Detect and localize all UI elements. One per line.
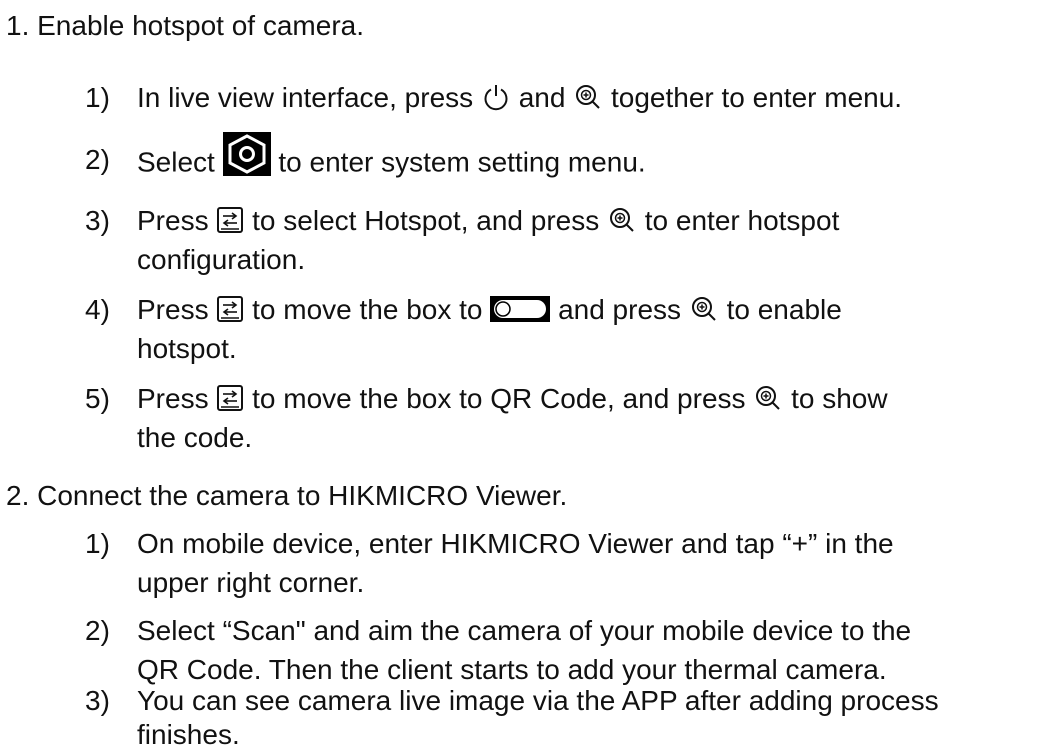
step-text: Select to enter system setting menu. (137, 132, 646, 186)
power-icon (481, 82, 511, 112)
step-number: 2) (85, 615, 110, 646)
zoom-in-icon (753, 383, 783, 413)
step-number: 3) (85, 685, 110, 716)
system-settings-icon (222, 132, 271, 176)
instruction-document: 1. Enable hotspot of camera. 1) In live … (0, 0, 1063, 756)
step-text-continuation: the code. (137, 422, 253, 453)
zoom-in-icon (689, 294, 719, 324)
step-number: 5) (85, 383, 110, 414)
step-number: 2) (85, 144, 110, 175)
step-text-part: Press (137, 205, 209, 236)
step-text-continuation: configuration. (137, 244, 306, 275)
step-text-part: to enter hotspot (644, 205, 840, 236)
step-text-part: Press (137, 294, 209, 325)
section-heading-enable-hotspot: 1. Enable hotspot of camera. (6, 10, 364, 41)
step-text-part: to enter system setting menu. (278, 146, 646, 178)
step-text-part: In live view interface, press (137, 82, 474, 113)
step-text: Press to select Hotspot, and press to en… (137, 203, 839, 239)
step-text-part: to enable (726, 294, 842, 325)
step-text-part: Press (137, 383, 209, 414)
step-text: Press to move the box to QR Code, and pr… (137, 381, 888, 417)
step-number: 1) (85, 82, 110, 113)
switch-icon (216, 295, 244, 323)
step-text-continuation: upper right corner. (137, 567, 365, 598)
step-text-part: and press (558, 294, 682, 325)
step-text-part: to move the box to QR Code, and press (252, 383, 746, 414)
step-text-part: to select Hotspot, and press (252, 205, 600, 236)
step-text: You can see camera live image via the AP… (137, 685, 939, 716)
step-text-continuation: hotspot. (137, 333, 237, 364)
step-text-part: Select (137, 146, 215, 178)
step-text: In live view interface, press and togeth… (137, 80, 902, 116)
switch-icon (216, 384, 244, 412)
step-text: Press to move the box to and press to en… (137, 292, 842, 328)
step-number: 1) (85, 528, 110, 559)
step-text-part: to show (791, 383, 888, 414)
step-text-part: together to enter menu. (610, 82, 903, 113)
step-text-part: to move the box to (252, 294, 483, 325)
step-text-part: and (518, 82, 566, 113)
step-text: On mobile device, enter HIKMICRO Viewer … (137, 528, 894, 559)
zoom-in-icon (573, 82, 603, 112)
step-number: 4) (85, 294, 110, 325)
toggle-icon (490, 295, 551, 322)
zoom-in-icon (607, 205, 637, 235)
step-text-continuation: finishes. (137, 719, 240, 750)
step-text: Select “Scan" and aim the camera of your… (137, 615, 912, 646)
step-number: 3) (85, 205, 110, 236)
section-heading-connect-viewer: 2. Connect the camera to HIKMICRO Viewer… (6, 480, 568, 511)
switch-icon (216, 206, 244, 234)
